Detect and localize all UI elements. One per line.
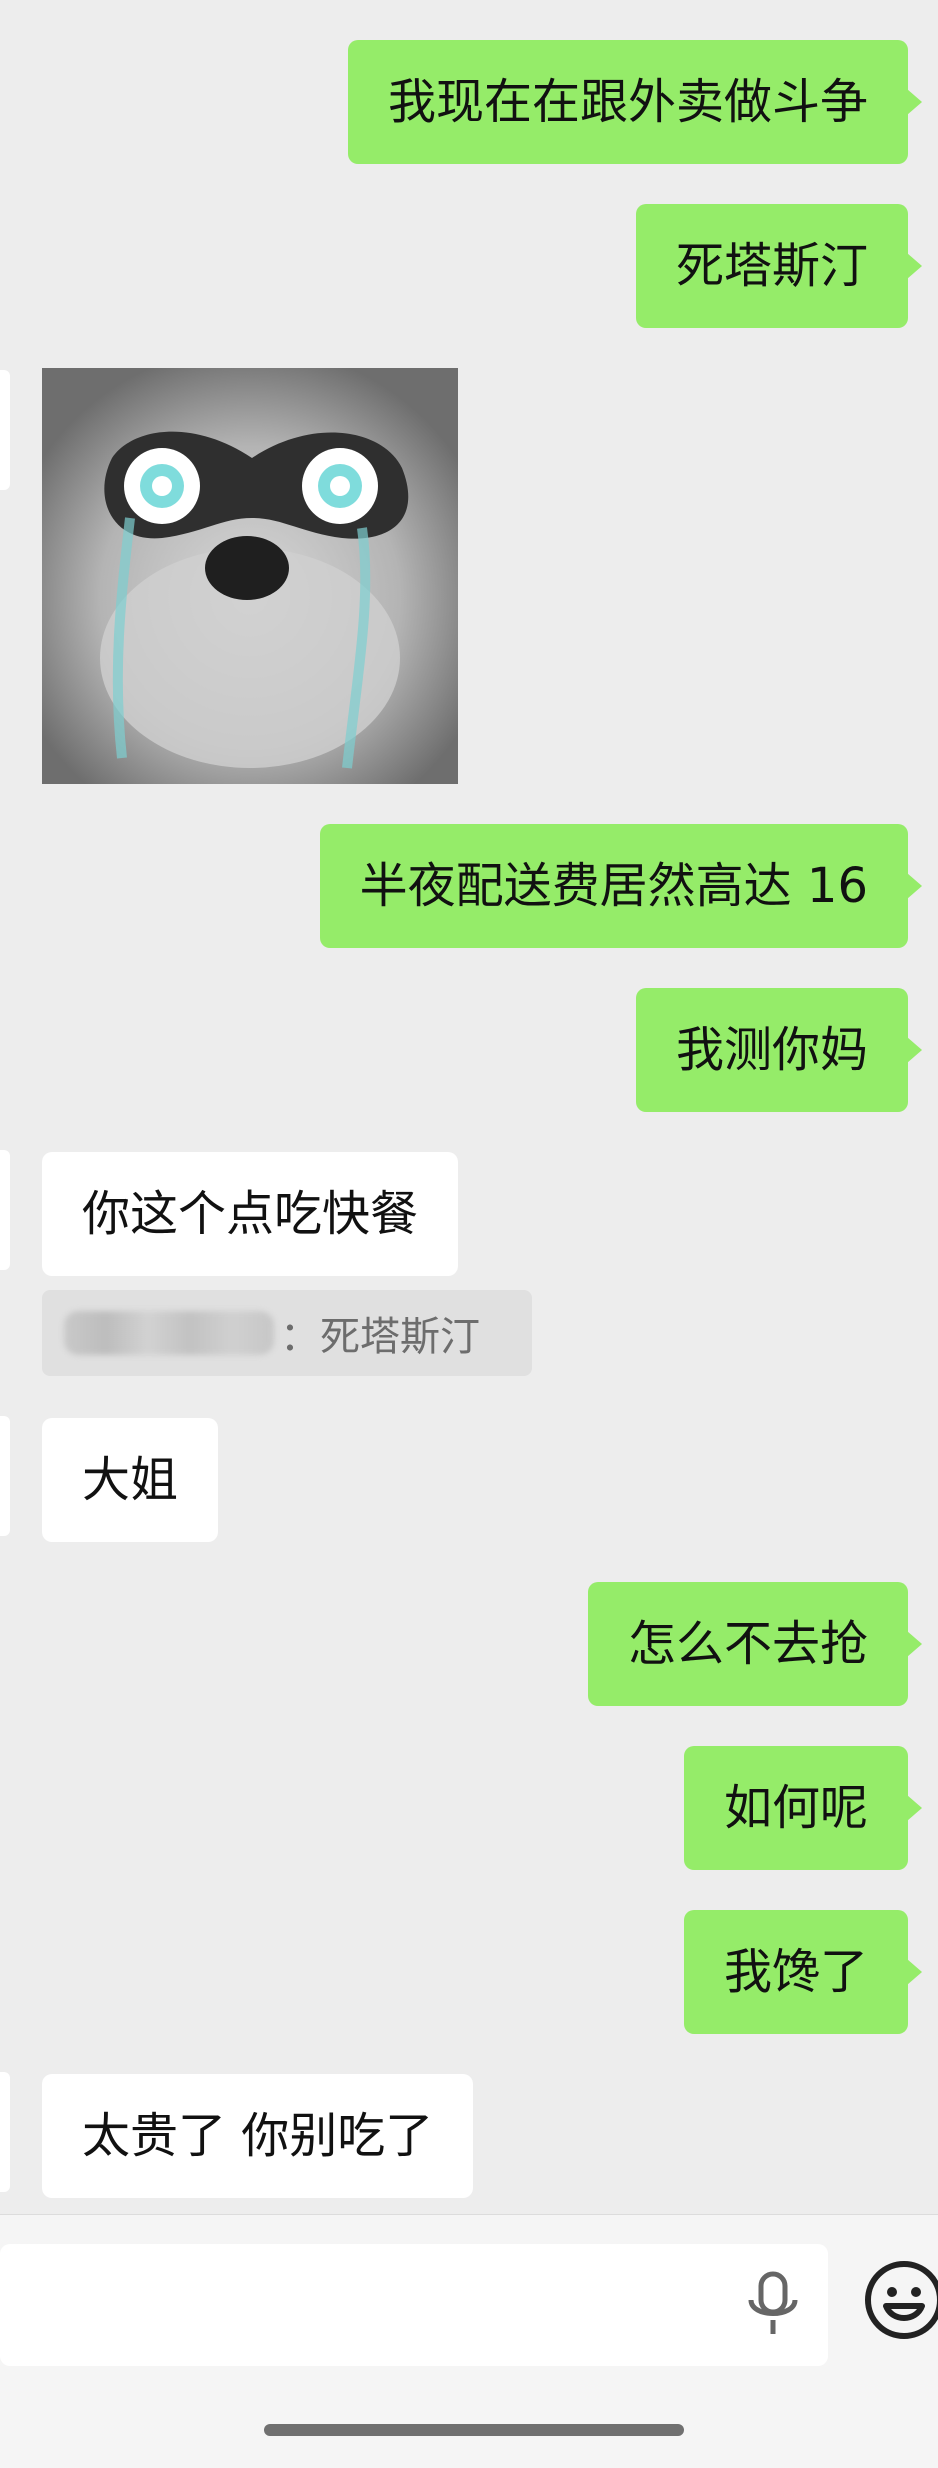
microphone-icon[interactable] <box>744 2270 802 2340</box>
message-text: 怎么不去抢 <box>627 1616 868 1672</box>
sent-message-bubble[interactable]: 死塔斯汀 <box>635 204 922 328</box>
message-text: 死塔斯汀 <box>675 238 868 294</box>
received-message-bubble[interactable]: 大姐 <box>42 1418 219 1542</box>
message-input[interactable] <box>0 2244 828 2366</box>
sticker-image <box>42 368 458 784</box>
crying-masked-dog-sticker[interactable] <box>42 368 458 784</box>
contact-avatar[interactable] <box>0 370 10 490</box>
bubble-tail <box>907 89 922 115</box>
home-indicator[interactable] <box>264 2424 684 2436</box>
sent-message-bubble[interactable]: 我馋了 <box>683 1910 922 2034</box>
message-text: 半夜配送费居然高达 16 <box>359 858 868 914</box>
contact-avatar[interactable] <box>0 1416 10 1536</box>
message-text: 我馋了 <box>723 1944 868 2000</box>
blurred-sender-name <box>64 1311 274 1355</box>
sent-message-bubble[interactable]: 如何呢 <box>683 1746 922 1870</box>
message-text: 太贵了 你别吃了 <box>82 2108 434 2164</box>
bubble-tail <box>907 1795 922 1821</box>
contact-avatar[interactable] <box>0 2072 10 2192</box>
emoji-icon[interactable] <box>862 2258 938 2342</box>
bubble-tail <box>907 1037 922 1063</box>
bubble-tail <box>907 873 922 899</box>
quoted-message[interactable]: ：死塔斯汀 <box>42 1290 532 1376</box>
received-message-bubble[interactable]: 太贵了 你别吃了 <box>42 2074 474 2198</box>
message-text: 我测你妈 <box>675 1022 868 1078</box>
sent-message-bubble[interactable]: 半夜配送费居然高达 16 <box>319 824 922 948</box>
received-message-bubble[interactable]: 你这个点吃快餐 <box>42 1152 459 1276</box>
bubble-tail <box>907 1631 922 1657</box>
message-text: 我现在在跟外卖做斗争 <box>387 74 868 130</box>
message-text: 如何呢 <box>723 1780 868 1836</box>
message-text: 大姐 <box>82 1452 179 1508</box>
sent-message-bubble[interactable]: 我测你妈 <box>635 988 922 1112</box>
quoted-text: ：死塔斯汀 <box>280 1314 480 1360</box>
sent-message-bubble[interactable]: 怎么不去抢 <box>587 1582 922 1706</box>
chat-screen: 我现在在跟外卖做斗争 死塔斯汀 半夜配送费居然高达 16 我测你妈 你这个点吃快… <box>0 0 938 2468</box>
message-text: 你这个点吃快餐 <box>82 1186 419 1242</box>
sent-message-bubble[interactable]: 我现在在跟外卖做斗争 <box>347 40 922 164</box>
bubble-tail <box>907 1959 922 1985</box>
contact-avatar[interactable] <box>0 1150 10 1270</box>
bubble-tail <box>907 253 922 279</box>
